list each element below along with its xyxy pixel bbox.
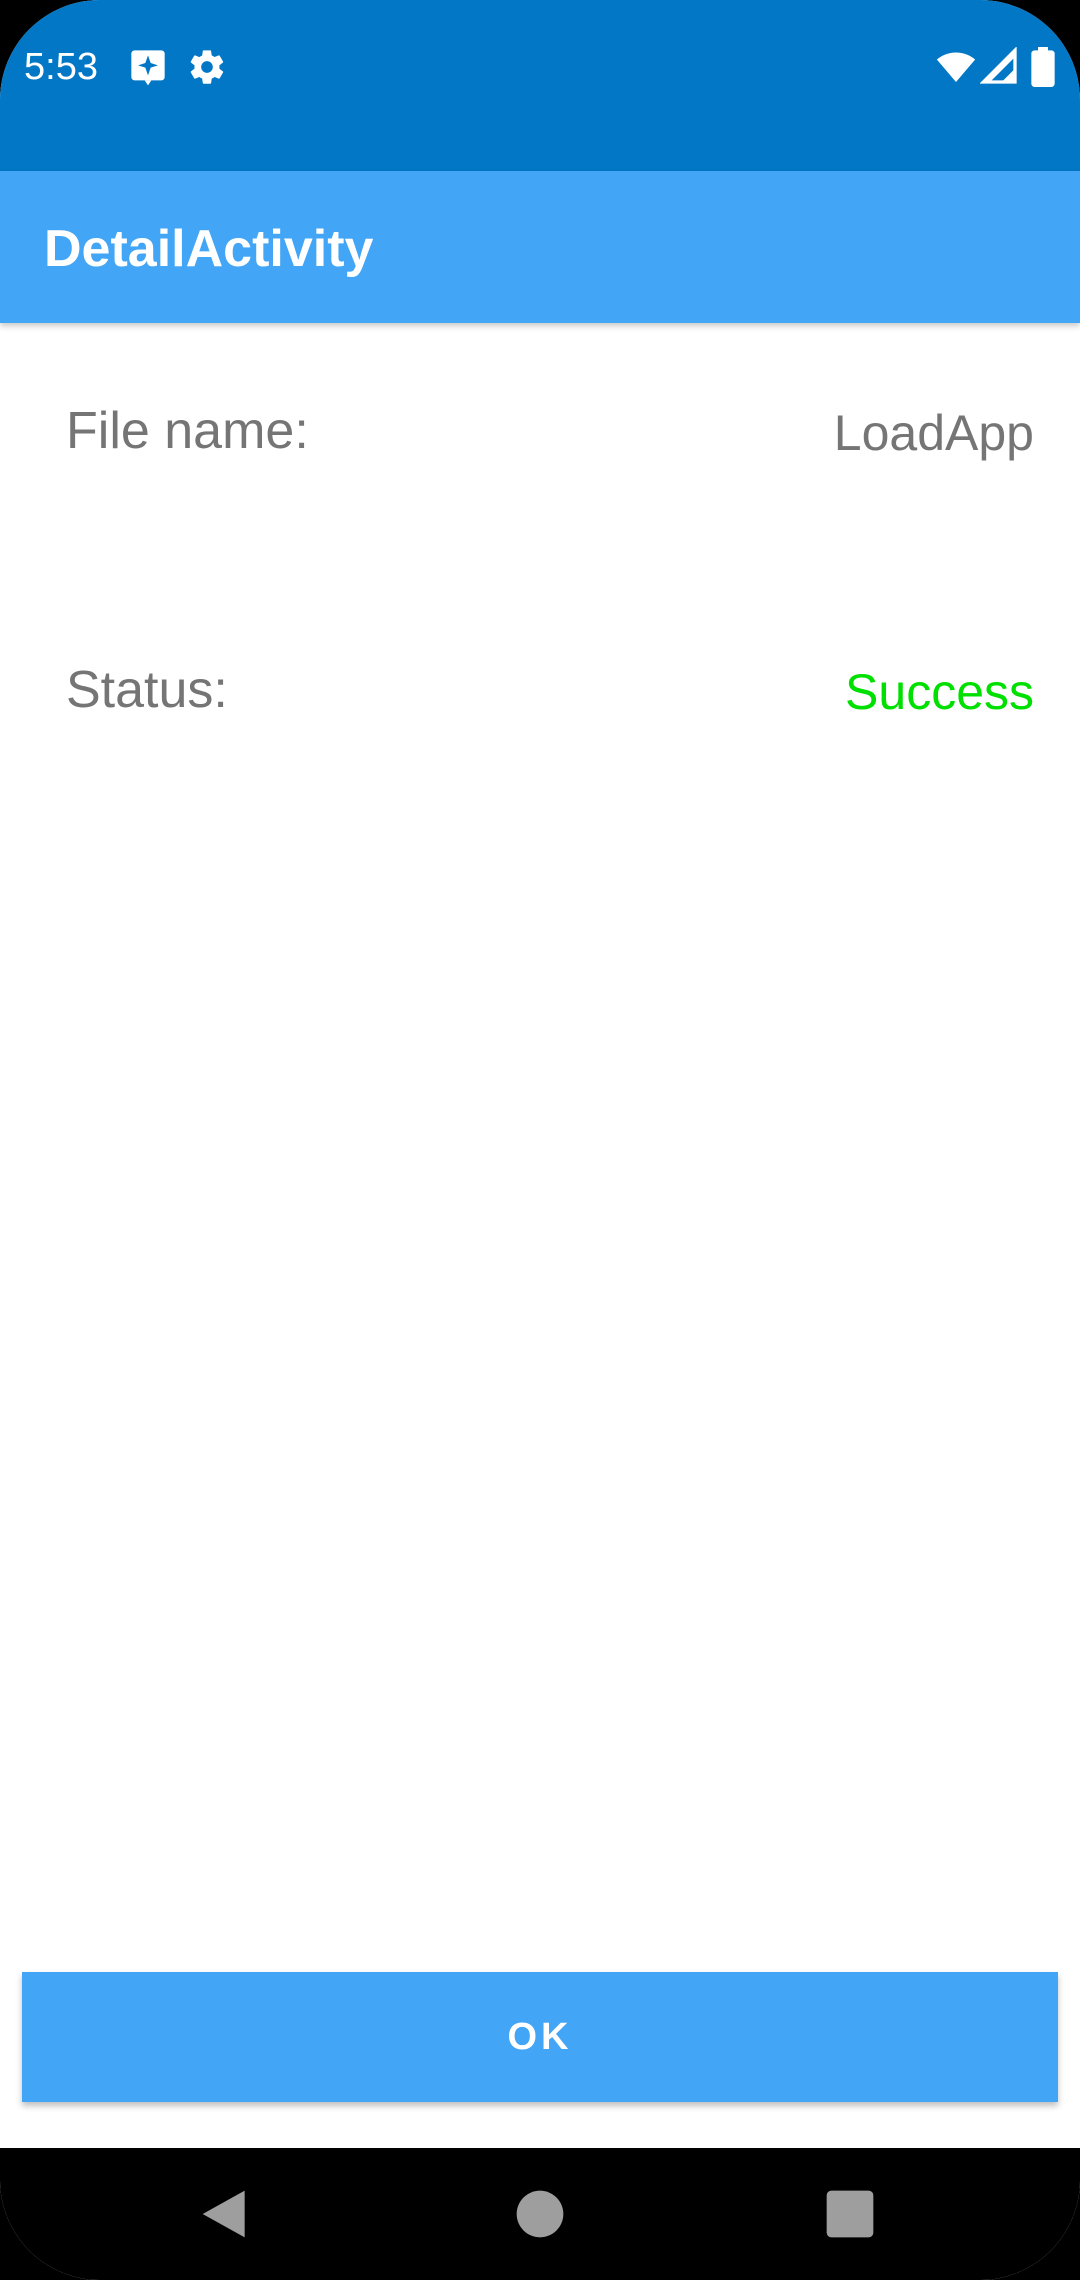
home-icon[interactable] [512, 2186, 568, 2242]
status-label: Status: [66, 661, 228, 719]
screen: 5:53 DetailActivity File name: LoadApp S… [0, 0, 1080, 2280]
status-bar: 5:53 [0, 0, 1080, 171]
file-name-label: File name: [66, 402, 309, 460]
settings-icon [187, 47, 227, 87]
status-value: Success [845, 664, 1034, 720]
battery-icon [1028, 47, 1058, 87]
ok-button[interactable]: OK [22, 1972, 1058, 2102]
navigation-bar [0, 2148, 1080, 2280]
page-title: DetailActivity [44, 220, 374, 278]
file-name-value: LoadApp [833, 405, 1034, 461]
notification-icon [128, 47, 168, 87]
wifi-icon [936, 47, 976, 87]
status-time: 5:53 [24, 46, 98, 88]
app-bar: DetailActivity [0, 171, 1080, 323]
recents-icon[interactable] [822, 2186, 878, 2242]
signal-icon [980, 47, 1020, 87]
back-icon[interactable] [198, 2186, 254, 2242]
